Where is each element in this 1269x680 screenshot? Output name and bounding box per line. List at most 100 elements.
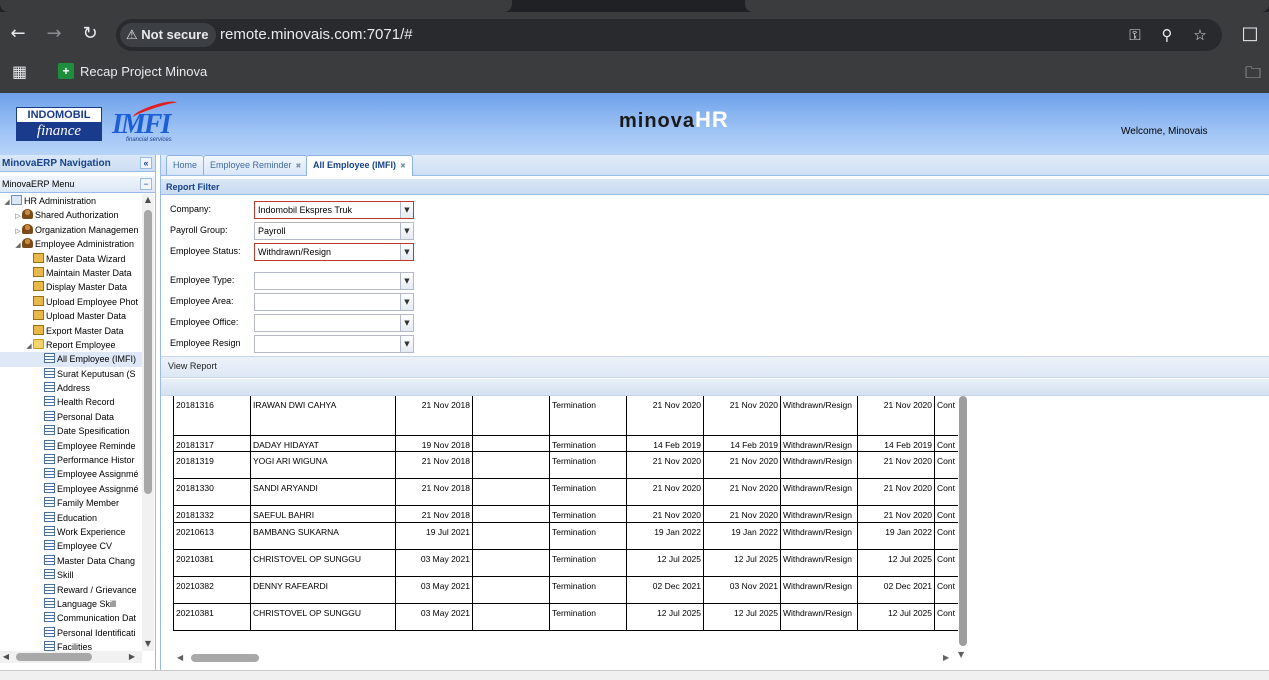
tree-item[interactable]: Export Master Data (0, 324, 142, 338)
tree-item[interactable]: Employee Assignmé (0, 482, 142, 496)
url-text[interactable]: remote.minovais.com:7071/# (220, 19, 413, 51)
zoom-icon[interactable]: ⚲ (1155, 23, 1179, 47)
scroll-thumb[interactable] (191, 654, 259, 662)
expanded-arrow-icon[interactable]: ◢ (25, 339, 33, 353)
tree-item[interactable]: Health Record (0, 395, 142, 409)
dropdown-arrow-icon[interactable]: ▼ (400, 336, 413, 352)
nav-vertical-scrollbar[interactable]: ▲ ▼ (142, 194, 154, 651)
scroll-right-icon[interactable]: ▶ (126, 651, 138, 663)
tree-item[interactable]: Communication Dat (0, 611, 142, 625)
expanded-arrow-icon[interactable]: ◢ (14, 238, 22, 252)
employee-office-combo[interactable]: ▼ (254, 314, 414, 332)
tree-item[interactable]: Master Data Chang (0, 554, 142, 568)
table-cell: 03 May 2021 (395, 576, 473, 603)
expanded-arrow-icon[interactable]: ◢ (3, 195, 11, 209)
scroll-up-icon[interactable]: ▲ (142, 194, 154, 206)
employee-status-combo[interactable]: Withdrawn/Resign ▼ (254, 243, 414, 261)
tree-item[interactable]: Master Data Wizard (0, 252, 142, 266)
forward-icon[interactable]: → (42, 22, 66, 46)
dropdown-arrow-icon[interactable]: ▼ (400, 315, 413, 331)
view-report-button[interactable]: View Report (168, 361, 217, 371)
collapsed-arrow-icon[interactable]: ▷ (14, 224, 22, 238)
scroll-down-icon[interactable]: ▼ (142, 638, 154, 650)
close-tab-icon[interactable]: ✖ (400, 162, 406, 170)
key-icon[interactable]: ⚿ (1123, 23, 1147, 47)
browser-tab[interactable] (745, 0, 1269, 12)
tree-item[interactable]: ▷ Shared Authorization (0, 208, 142, 222)
nav-horizontal-scrollbar[interactable]: ◀ ▶ (0, 651, 142, 663)
tree-item[interactable]: Family Member (0, 496, 142, 510)
collapsed-arrow-icon[interactable]: ▷ (14, 209, 22, 223)
extensions-icon[interactable]: □ (1238, 22, 1262, 46)
scroll-thumb[interactable] (16, 653, 92, 661)
collapse-panel-icon[interactable]: « (140, 157, 152, 169)
content-tabbar: Home Employee Reminder ✖ All Employee (IM… (161, 155, 1269, 176)
dropdown-arrow-icon[interactable]: ▼ (400, 244, 413, 260)
dropdown-arrow-icon[interactable]: ▼ (400, 273, 413, 289)
scroll-left-icon[interactable]: ◀ (177, 652, 183, 664)
tree-item[interactable]: Performance Histor (0, 453, 142, 467)
tree-item[interactable]: Employee Reminde (0, 439, 142, 453)
folder-icon[interactable]: 🗀 (1245, 62, 1261, 89)
table-cell: 21 Nov 2020 (703, 451, 781, 478)
security-chip[interactable]: ⚠ Not secure (120, 23, 217, 47)
bookmark-recap-project[interactable]: + Recap Project Minova (58, 63, 207, 81)
tree-item[interactable]: Facilities (0, 640, 142, 651)
tab-all-employee[interactable]: All Employee (IMFI) ✖ (306, 155, 413, 176)
table-cell: 21 Nov 2020 (626, 505, 704, 522)
dropdown-arrow-icon[interactable]: ▼ (400, 202, 413, 218)
employee-type-combo[interactable]: ▼ (254, 272, 414, 290)
table-cell: 21 Nov 2020 (857, 396, 935, 435)
tree-item[interactable]: ◢ HR Administration (0, 194, 142, 208)
scroll-thumb[interactable] (144, 210, 152, 494)
tree-item[interactable]: ▷ Organization Managemen (0, 223, 142, 237)
employee-resign-combo[interactable]: ▼ (254, 335, 414, 353)
scroll-left-icon[interactable]: ◀ (0, 651, 12, 663)
payroll-group-combo[interactable]: Payroll ▼ (254, 222, 414, 240)
browser-tab[interactable] (0, 0, 512, 12)
company-combo[interactable]: Indomobil Ekspres Truk ▼ (254, 201, 414, 219)
tree-item[interactable]: ◢ Report Employee (0, 338, 142, 352)
report-horizontal-scrollbar[interactable]: ◀ ▶ (173, 652, 955, 664)
list-icon (44, 612, 55, 623)
scroll-thumb[interactable] (959, 396, 967, 646)
report-vertical-scrollbar[interactable]: ▼ (958, 396, 968, 660)
tree-item[interactable]: Education (0, 511, 142, 525)
tree-item[interactable]: Language Skill (0, 597, 142, 611)
reload-icon[interactable]: ↻ (78, 22, 102, 46)
dropdown-arrow-icon[interactable]: ▼ (400, 223, 413, 239)
tree-item[interactable]: Date Spesification (0, 424, 142, 438)
tree-item[interactable]: Surat Keputusan (S (0, 367, 142, 381)
table-cell: Cont (934, 522, 958, 549)
employee-area-combo[interactable]: ▼ (254, 293, 414, 311)
tree-item[interactable]: Employee Assignmé (0, 467, 142, 481)
close-tab-icon[interactable]: ✖ (296, 162, 302, 170)
tree-item[interactable]: Skill (0, 568, 142, 582)
scroll-right-icon[interactable]: ▶ (943, 652, 949, 664)
star-icon[interactable]: ☆ (1188, 23, 1212, 47)
tree-item[interactable]: Work Experience (0, 525, 142, 539)
address-bar[interactable]: ⚠ Not secure remote.minovais.com:7071/# … (116, 19, 1222, 51)
tree-item[interactable]: ◢ Employee Administration (0, 237, 142, 251)
tree-item[interactable]: Personal Identificati (0, 626, 142, 640)
table-cell: 12 Jul 2025 (626, 549, 704, 576)
tree-item[interactable]: Display Master Data (0, 280, 142, 294)
back-icon[interactable]: ← (6, 22, 30, 46)
tree-item[interactable]: Upload Master Data (0, 309, 142, 323)
apps-grid-icon[interactable]: ▦ (12, 62, 27, 81)
tab-home[interactable]: Home (166, 155, 205, 175)
tree-item[interactable]: Personal Data (0, 410, 142, 424)
tree-item[interactable]: Reward / Grievance (0, 583, 142, 597)
tree-item[interactable]: Address (0, 381, 142, 395)
dropdown-arrow-icon[interactable]: ▼ (400, 294, 413, 310)
tree-item[interactable]: All Employee (IMFI) (0, 352, 142, 367)
tree-item[interactable]: Employee CV (0, 539, 142, 553)
scroll-down-icon[interactable]: ▼ (958, 650, 964, 659)
table-cell: 21 Nov 2020 (626, 451, 704, 478)
tree-item[interactable]: Upload Employee Phot (0, 295, 142, 309)
tree-item[interactable]: Maintain Master Data (0, 266, 142, 280)
tree-item-label: Date Spesification (57, 426, 130, 437)
collapse-menu-icon[interactable]: − (140, 178, 152, 190)
table-cell (472, 451, 550, 478)
tab-employee-reminder[interactable]: Employee Reminder ✖ (203, 155, 309, 175)
